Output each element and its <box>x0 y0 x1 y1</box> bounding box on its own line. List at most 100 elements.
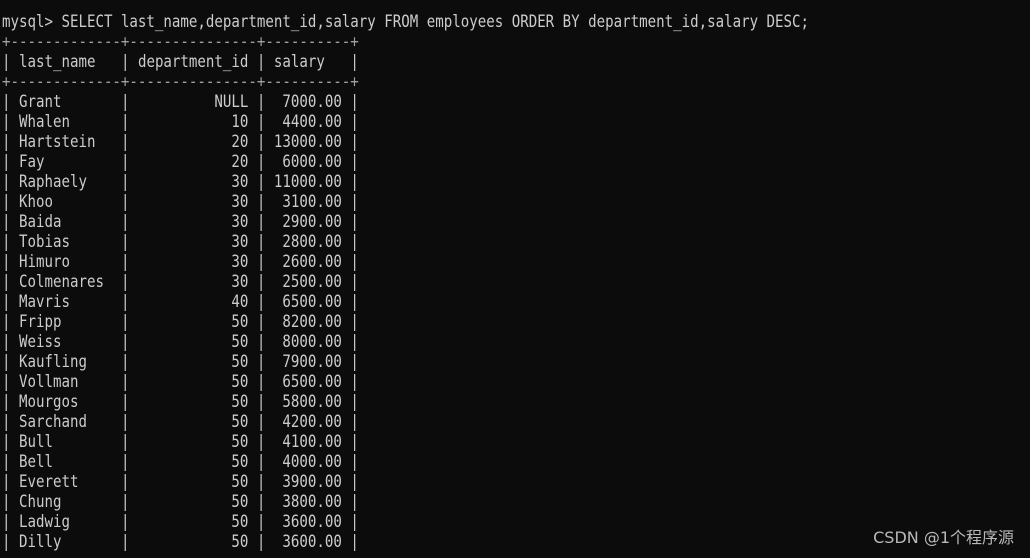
table-row: | Vollman | 50 | 6500.00 | <box>2 372 359 392</box>
table-border-header: +-------------+---------------+---------… <box>2 72 359 92</box>
cell-last-name: Fripp <box>19 312 62 332</box>
table-row: | Fripp | 50 | 8200.00 | <box>2 312 359 332</box>
cell-last-name: Grant <box>19 92 62 112</box>
table-row: | Ladwig | 50 | 3600.00 | <box>2 512 359 532</box>
cell-last-name: Fay <box>19 152 45 172</box>
cell-last-name: Colmenares <box>19 272 104 292</box>
table-row: | Weiss | 50 | 8000.00 | <box>2 332 359 352</box>
cell-last-name: Chung <box>19 492 62 512</box>
cell-salary: 11000.00 <box>273 172 342 192</box>
cell-salary: 2800.00 <box>282 232 342 252</box>
cell-department-id: 30 <box>231 252 249 272</box>
cell-salary: 7000.00 <box>282 92 342 112</box>
cell-salary: 2900.00 <box>282 212 342 232</box>
cell-department-id: 20 <box>231 132 249 152</box>
cell-department-id: 50 <box>231 352 249 372</box>
header-last-name: last_name <box>19 52 96 72</box>
cell-salary: 3800.00 <box>282 492 342 512</box>
console-output: mysql> SELECT last_name,department_id,sa… <box>2 12 809 552</box>
cell-salary: 13000.00 <box>273 132 342 152</box>
table-row: | Whalen | 10 | 4400.00 | <box>2 112 359 132</box>
cell-department-id: 50 <box>231 532 249 552</box>
cell-last-name: Whalen <box>19 112 70 132</box>
cell-department-id: 30 <box>231 172 249 192</box>
cell-department-id: 50 <box>231 372 249 392</box>
cell-department-id: 40 <box>231 292 249 312</box>
cell-last-name: Ladwig <box>19 512 70 532</box>
cell-department-id: 50 <box>231 392 249 412</box>
table-row: | Dilly | 50 | 3600.00 | <box>2 532 359 552</box>
cell-salary: 5800.00 <box>282 392 342 412</box>
table-row: | Mourgos | 50 | 5800.00 | <box>2 392 359 412</box>
cell-department-id: 20 <box>231 152 249 172</box>
table-row: | Sarchand | 50 | 4200.00 | <box>2 412 359 432</box>
cell-salary: 4200.00 <box>282 412 342 432</box>
cell-salary: 6500.00 <box>282 292 342 312</box>
header-salary: salary <box>273 52 325 72</box>
mysql-prompt: mysql> <box>2 12 62 32</box>
table-row: | Raphaely | 30 | 11000.00 | <box>2 172 359 192</box>
cell-last-name: Weiss <box>19 332 62 352</box>
cell-last-name: Baida <box>19 212 62 232</box>
table-row: | Fay | 20 | 6000.00 | <box>2 152 359 172</box>
cell-last-name: Kaufling <box>19 352 87 372</box>
table-row: | Tobias | 30 | 2800.00 | <box>2 232 359 252</box>
cell-department-id: 30 <box>231 272 249 292</box>
table-header-row: | last_name | department_id | salary | <box>2 52 359 72</box>
cell-department-id: 50 <box>231 492 249 512</box>
table-row: | Baida | 30 | 2900.00 | <box>2 212 359 232</box>
cell-last-name: Khoo <box>19 192 53 212</box>
cell-department-id: 50 <box>231 512 249 532</box>
cell-last-name: Vollman <box>19 372 79 392</box>
terminal-window[interactable]: mysql> SELECT last_name,department_id,sa… <box>0 0 1030 558</box>
table-row: | Bell | 50 | 4000.00 | <box>2 452 359 472</box>
cell-department-id: 50 <box>231 432 249 452</box>
table-row: | Khoo | 30 | 3100.00 | <box>2 192 359 212</box>
cell-salary: 4400.00 <box>282 112 342 132</box>
cell-department-id: 50 <box>231 472 249 492</box>
csdn-watermark: CSDN @1个程序源 <box>873 528 1014 547</box>
table-row: | Himuro | 30 | 2600.00 | <box>2 252 359 272</box>
header-department-id: department_id <box>137 52 249 72</box>
sql-command: SELECT last_name,department_id,salary FR… <box>61 12 810 32</box>
cell-last-name: Everett <box>19 472 79 492</box>
cell-salary: 7900.00 <box>282 352 342 372</box>
table-row: | Hartstein | 20 | 13000.00 | <box>2 132 359 152</box>
table-row: | Grant | NULL | 7000.00 | <box>2 92 359 112</box>
cell-department-id: 30 <box>231 192 249 212</box>
cell-department-id: 50 <box>231 452 249 472</box>
cell-last-name: Sarchand <box>19 412 87 432</box>
cell-salary: 4100.00 <box>282 432 342 452</box>
cell-salary: 4000.00 <box>282 452 342 472</box>
table-row: | Colmenares | 30 | 2500.00 | <box>2 272 359 292</box>
cell-department-id: 30 <box>231 212 249 232</box>
cell-salary: 8200.00 <box>282 312 342 332</box>
cell-department-id: 30 <box>231 232 249 252</box>
table-row: | Everett | 50 | 3900.00 | <box>2 472 359 492</box>
cell-salary: 3600.00 <box>282 532 342 552</box>
cell-department-id: 50 <box>231 412 249 432</box>
cell-salary: 6500.00 <box>282 372 342 392</box>
cell-last-name: Himuro <box>19 252 70 272</box>
table-row: | Mavris | 40 | 6500.00 | <box>2 292 359 312</box>
table-row: | Chung | 50 | 3800.00 | <box>2 492 359 512</box>
cell-salary: 3100.00 <box>282 192 342 212</box>
cell-last-name: Mavris <box>19 292 70 312</box>
cell-salary: 2600.00 <box>282 252 342 272</box>
cell-last-name: Tobias <box>19 232 70 252</box>
table-row: | Bull | 50 | 4100.00 | <box>2 432 359 452</box>
table-row: | Kaufling | 50 | 7900.00 | <box>2 352 359 372</box>
cell-last-name: Bell <box>19 452 53 472</box>
command-line[interactable]: mysql> SELECT last_name,department_id,sa… <box>2 12 809 32</box>
cell-salary: 3900.00 <box>282 472 342 492</box>
cell-department-id: 10 <box>231 112 249 132</box>
cell-department-id: 50 <box>231 312 249 332</box>
cell-salary: 6000.00 <box>282 152 342 172</box>
cell-last-name: Dilly <box>19 532 62 552</box>
cell-last-name: Raphaely <box>19 172 87 192</box>
cell-last-name: Bull <box>19 432 53 452</box>
cell-salary: 3600.00 <box>282 512 342 532</box>
cell-salary: 8000.00 <box>282 332 342 352</box>
cell-salary: 2500.00 <box>282 272 342 292</box>
cell-department-id: NULL <box>214 92 249 112</box>
